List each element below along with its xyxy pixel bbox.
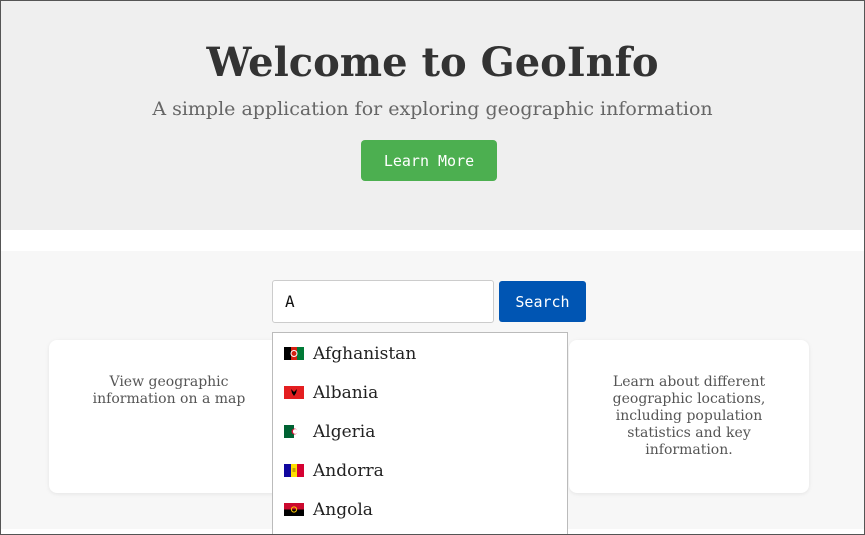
learn-more-button[interactable]: Learn More [361, 140, 497, 181]
map-card-text: View geographic information on a map [92, 374, 246, 407]
page-subtitle: A simple application for exploring geogr… [152, 98, 713, 120]
dropdown-item-albania[interactable]: Albania [273, 373, 567, 412]
andorra-flag-icon [284, 464, 304, 477]
afghanistan-flag-icon [284, 347, 304, 360]
page-title: Welcome to GeoInfo [206, 39, 659, 86]
dropdown-item-label: Albania [313, 382, 379, 403]
map-info-card: View geographic information on a map [49, 340, 289, 493]
angola-flag-icon [284, 503, 304, 516]
location-card-text: Learn about different geographic locatio… [612, 374, 766, 458]
search-button[interactable]: Search [499, 281, 586, 322]
location-info-card: Learn about different geographic locatio… [569, 340, 809, 493]
dropdown-item-label: Angola [313, 499, 373, 520]
dropdown-item-afghanistan[interactable]: Afghanistan [273, 334, 567, 373]
dropdown-item-label: Andorra [313, 460, 384, 481]
search-input[interactable] [272, 280, 494, 323]
dropdown-item-label: Afghanistan [313, 343, 417, 364]
albania-flag-icon [284, 386, 304, 399]
dropdown-item-andorra[interactable]: Andorra [273, 451, 567, 490]
dropdown-item-label: Algeria [313, 421, 376, 442]
autocomplete-dropdown: Afghanistan Albania Algeria Andorra Ango… [272, 332, 568, 535]
algeria-flag-icon [284, 425, 304, 438]
dropdown-item-algeria[interactable]: Algeria [273, 412, 567, 451]
dropdown-item-angola[interactable]: Angola [273, 490, 567, 529]
hero-section: Welcome to GeoInfo A simple application … [1, 1, 864, 230]
